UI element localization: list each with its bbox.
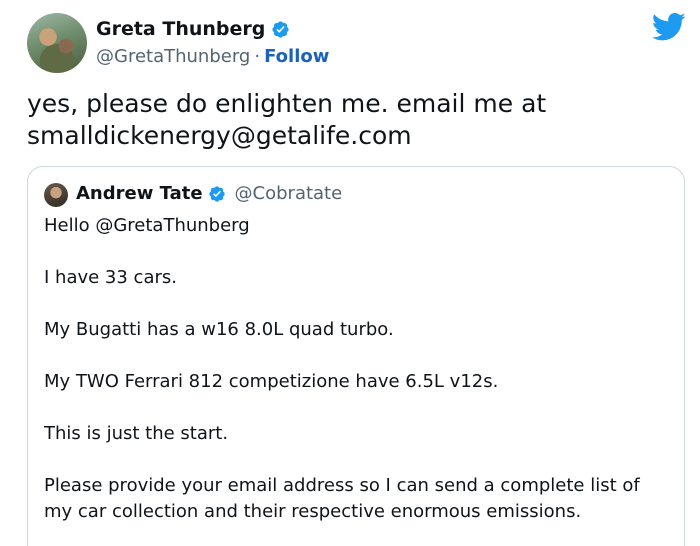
quoted-paragraph: This is just the start. (44, 423, 229, 444)
follow-button[interactable]: Follow (264, 46, 329, 67)
quoted-author-name[interactable]: Andrew Tate (76, 183, 203, 204)
author-name[interactable]: Greta Thunberg (96, 18, 265, 40)
verified-badge-icon (208, 185, 226, 203)
quoted-paragraph: I have 33 cars. (44, 267, 177, 288)
author-handle[interactable]: @GretaThunberg (96, 46, 250, 67)
quoted-paragraph: My TWO Ferrari 812 competizione have 6.5… (44, 371, 499, 392)
quoted-author-avatar[interactable] (44, 183, 68, 207)
tweet-text-line2[interactable]: smalldickenergy@getalife.com (27, 120, 677, 152)
quoted-paragraph: Please provide your email address so I c… (44, 475, 640, 522)
quoted-paragraph: My Bugatti has a w16 8.0L quad turbo. (44, 319, 394, 340)
handle-row: @GretaThunberg · Follow (96, 46, 329, 67)
quoted-tweet[interactable]: Andrew Tate @Cobratate Hello @GretaThunb… (27, 166, 685, 546)
quoted-author-handle[interactable]: @Cobratate (235, 183, 343, 204)
quoted-tweet-text: Hello @GretaThunberg I have 33 cars. My … (44, 213, 664, 546)
tweet-text-line1: yes, please do enlighten me. email me at (27, 89, 547, 118)
tweet-card: Greta Thunberg @GretaThunberg · Follow y… (0, 0, 700, 546)
author-name-row: Greta Thunberg (96, 18, 290, 40)
twitter-bird-icon[interactable] (651, 12, 686, 42)
separator: · (254, 46, 261, 67)
quoted-header: Andrew Tate @Cobratate (76, 183, 342, 204)
quoted-paragraph: Hello @GretaThunberg (44, 215, 250, 236)
author-avatar[interactable] (27, 13, 87, 73)
verified-badge-icon (271, 20, 290, 39)
tweet-text: yes, please do enlighten me. email me at… (27, 88, 677, 152)
